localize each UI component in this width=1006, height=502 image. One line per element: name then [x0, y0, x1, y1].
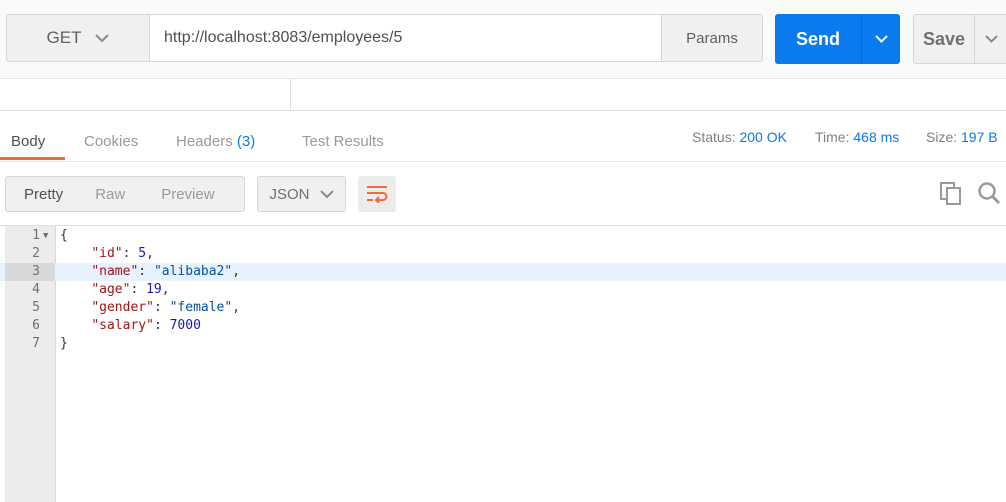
response-body-editor[interactable]: 1 ▼ { 2 "id": 5, 3 "name": "alibaba2", 4… — [0, 225, 1006, 502]
code-line: 2 "id": 5, — [0, 245, 1006, 263]
tab-body[interactable]: Body — [11, 133, 45, 150]
line-number: 2 — [32, 246, 40, 261]
json-key: "age" — [91, 282, 131, 297]
send-button[interactable]: Send — [775, 14, 900, 64]
copy-icon[interactable] — [940, 182, 962, 211]
tab-cookies-label: Cookies — [84, 133, 139, 150]
active-tab-indicator — [0, 157, 65, 160]
json-comma: , — [161, 282, 170, 297]
method-label: GET — [46, 28, 82, 47]
code-line: 4 "age": 19, — [0, 281, 1006, 299]
line-number: 4 — [32, 282, 40, 297]
line-text: } — [60, 336, 68, 351]
view-mode-group: Pretty Raw Preview — [5, 176, 245, 212]
tab-headers[interactable]: Headers (3) — [176, 133, 255, 150]
json-key: "gender" — [91, 300, 154, 315]
time-value[interactable]: 468 ms — [853, 129, 899, 145]
save-button[interactable]: Save — [913, 14, 1006, 64]
size-label: Size: — [926, 129, 958, 145]
status-label: Status: — [692, 129, 736, 145]
code-line: 5 "gender": "female", — [0, 299, 1006, 317]
chevron-down-icon — [874, 35, 888, 43]
format-dropdown[interactable]: JSON — [257, 176, 346, 212]
wrap-lines-button[interactable] — [358, 176, 396, 212]
size-value[interactable]: 197 B — [961, 129, 998, 145]
line-number: 5 — [32, 300, 40, 315]
send-label: Send — [795, 28, 840, 49]
size-readout: Size: 197 B — [926, 129, 998, 145]
json-comma: , — [232, 264, 241, 279]
status-value[interactable]: 200 OK — [739, 129, 786, 145]
line-number: 7 — [32, 336, 40, 351]
request-editor-collapsed — [0, 79, 1006, 111]
request-bar: GET http://localhost:8083/employees/5 Pa… — [0, 0, 1006, 79]
json-value: 7000 — [169, 318, 201, 333]
chevron-down-icon — [319, 189, 334, 198]
search-icon[interactable] — [977, 181, 1001, 210]
time-label: Time: — [815, 129, 850, 145]
json-comma: , — [146, 246, 154, 261]
pane-divider[interactable] — [290, 79, 291, 110]
tab-cookies[interactable]: Cookies — [84, 133, 138, 150]
view-mode-raw[interactable]: Raw — [95, 186, 125, 203]
json-comma: , — [232, 300, 241, 315]
send-options-button[interactable] — [862, 14, 900, 64]
save-options-button[interactable] — [975, 15, 1006, 63]
params-button[interactable]: Params — [661, 14, 763, 62]
code-line-current: 3 "name": "alibaba2", — [0, 263, 1006, 281]
headers-count-badge: (3) — [236, 133, 256, 150]
code-line: 1 ▼ { — [0, 227, 1006, 245]
format-label: JSON — [269, 185, 310, 203]
tab-body-label: Body — [11, 133, 46, 150]
tab-headers-label: Headers — [176, 133, 233, 150]
chevron-down-icon — [95, 28, 110, 48]
time-readout: Time: 468 ms — [815, 129, 899, 145]
json-value: "female" — [169, 300, 233, 315]
line-number: 6 — [32, 318, 40, 333]
response-tabs: Body Cookies Headers (3) Test Results St… — [0, 111, 1006, 162]
json-value: 5 — [138, 246, 147, 261]
fold-toggle-icon[interactable]: ▼ — [43, 227, 48, 245]
view-mode-pretty[interactable]: Pretty — [24, 186, 63, 203]
line-text: { — [60, 228, 68, 243]
json-key: "salary" — [91, 318, 154, 333]
status-readout: Status: 200 OK — [692, 129, 787, 145]
json-value: 19 — [146, 282, 162, 297]
line-number: 3 — [5, 263, 55, 281]
code-line: 6 "salary": 7000 — [0, 317, 1006, 335]
view-mode-preview[interactable]: Preview — [161, 186, 214, 203]
url-text: http://localhost:8083/employees/5 — [164, 29, 403, 46]
line-number: 1 — [32, 228, 40, 243]
json-value: "alibaba2" — [153, 264, 233, 279]
tab-test-results[interactable]: Test Results — [302, 133, 384, 150]
method-dropdown[interactable]: GET — [6, 14, 149, 62]
json-key: "id" — [91, 246, 123, 261]
wrap-lines-icon — [367, 186, 388, 203]
json-key: "name" — [91, 264, 139, 279]
save-label: Save — [922, 28, 966, 49]
params-label: Params — [686, 29, 738, 47]
chevron-down-icon — [985, 35, 998, 43]
tab-test-results-label: Test Results — [302, 133, 384, 150]
url-input[interactable]: http://localhost:8083/employees/5 — [149, 14, 662, 62]
code-line: 7 } — [0, 335, 1006, 353]
